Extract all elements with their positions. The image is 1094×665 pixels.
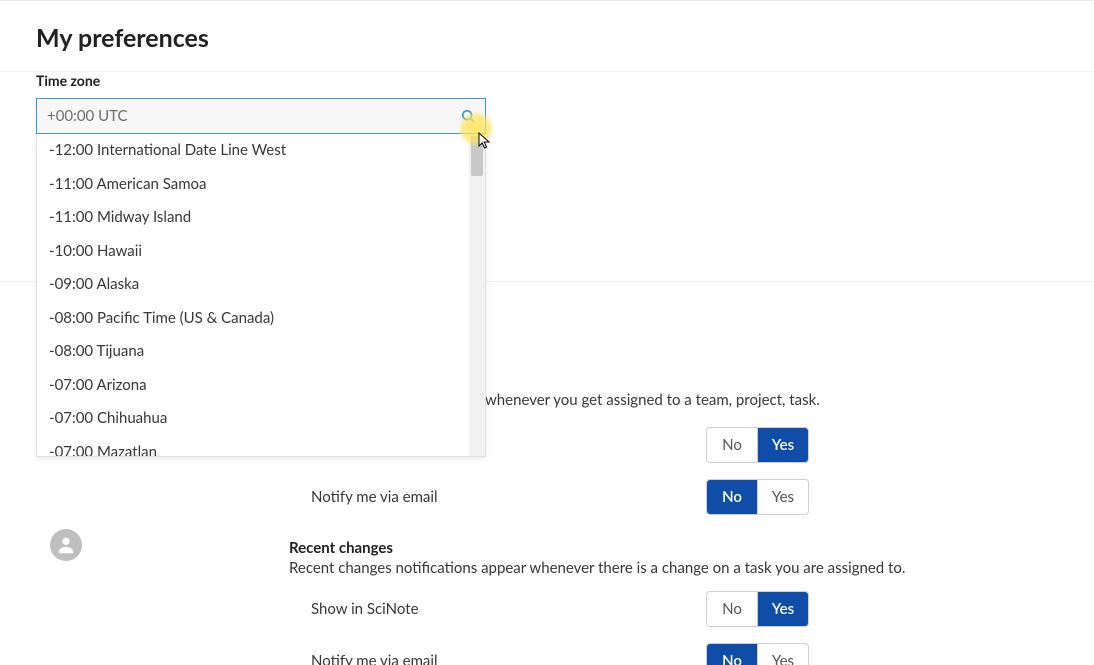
toggle-yes[interactable]: Yes bbox=[757, 644, 808, 665]
timezone-option[interactable]: -07:00 Arizona bbox=[37, 369, 485, 403]
assignments-email-toggle[interactable]: No Yes bbox=[706, 479, 809, 515]
assignments-show-toggle[interactable]: No Yes bbox=[706, 427, 809, 463]
timezone-dropdown[interactable]: -12:00 International Date Line West -11:… bbox=[36, 98, 486, 457]
recent-email-toggle[interactable]: No Yes bbox=[706, 643, 809, 665]
timezone-option[interactable]: -08:00 Pacific Time (US & Canada) bbox=[37, 302, 485, 336]
assignments-desc-fragment: whenever you get assigned to a team, pro… bbox=[485, 391, 1094, 409]
scrollbar[interactable] bbox=[469, 134, 485, 456]
timezone-search-input[interactable] bbox=[37, 99, 485, 133]
recent-changes-desc: Recent changes notifications appear when… bbox=[289, 559, 1094, 577]
page-title: My preferences bbox=[36, 23, 1094, 53]
toggle-yes[interactable]: Yes bbox=[757, 480, 808, 514]
recent-changes-title: Recent changes bbox=[289, 539, 1094, 557]
timezone-option[interactable]: -08:00 Tijuana bbox=[37, 335, 485, 369]
timezone-option-list[interactable]: -12:00 International Date Line West -11:… bbox=[36, 134, 486, 457]
search-icon bbox=[461, 109, 475, 123]
recent-email-row: Notify me via email No Yes bbox=[289, 643, 809, 665]
timezone-label: Time zone bbox=[36, 72, 1094, 89]
timezone-option[interactable]: -12:00 International Date Line West bbox=[37, 134, 485, 168]
avatar bbox=[50, 529, 82, 561]
timezone-option[interactable]: -11:00 Midway Island bbox=[37, 201, 485, 235]
scrollbar-thumb[interactable] bbox=[471, 136, 483, 176]
recent-show-toggle[interactable]: No Yes bbox=[706, 591, 809, 627]
toggle-no[interactable]: No bbox=[707, 592, 757, 626]
toggle-no[interactable]: No bbox=[707, 428, 757, 462]
timezone-search-wrap[interactable] bbox=[36, 98, 486, 134]
timezone-option[interactable]: -11:00 American Samoa bbox=[37, 168, 485, 202]
timezone-option[interactable]: -09:00 Alaska bbox=[37, 268, 485, 302]
toggle-yes[interactable]: Yes bbox=[757, 428, 808, 462]
timezone-option[interactable]: -07:00 Mazatlan bbox=[37, 436, 485, 458]
toggle-yes[interactable]: Yes bbox=[757, 592, 808, 626]
recent-show-label: Show in SciNote bbox=[289, 600, 706, 618]
timezone-option[interactable]: -07:00 Chihuahua bbox=[37, 402, 485, 436]
recent-email-label: Notify me via email bbox=[289, 652, 706, 665]
timezone-option[interactable]: -10:00 Hawaii bbox=[37, 235, 485, 269]
recent-show-row: Show in SciNote No Yes bbox=[289, 591, 809, 627]
toggle-no[interactable]: No bbox=[707, 480, 757, 514]
assignments-email-row: Notify me via email No Yes bbox=[289, 479, 809, 515]
assignments-email-label: Notify me via email bbox=[289, 488, 706, 506]
toggle-no[interactable]: No bbox=[707, 644, 757, 665]
